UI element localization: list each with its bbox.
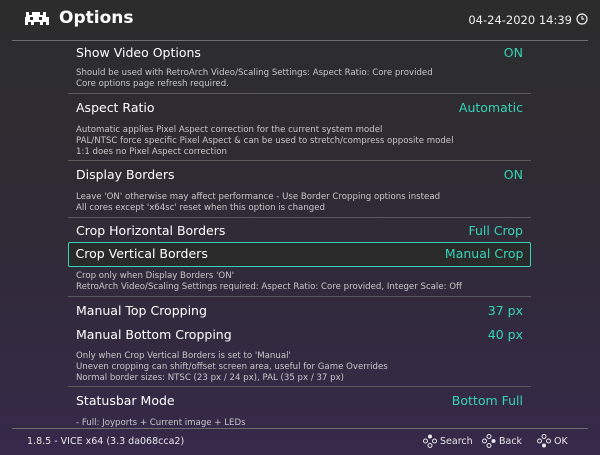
option-value: Manual Crop <box>444 245 524 261</box>
option-description: Automatic applies Pixel Aspect correctio… <box>76 125 454 157</box>
row-divider <box>68 160 531 161</box>
option-description: - Full: Joyports + Current image + LEDs <box>76 418 246 428</box>
header: Options 04-24-2020 14:39 <box>0 0 600 40</box>
option-value: 37 px <box>487 303 523 318</box>
option-crop-horizontal-borders[interactable]: Crop Horizontal Borders Full Crop <box>68 219 531 244</box>
option-display-borders[interactable]: Display Borders ON <box>68 163 531 188</box>
option-value: Automatic <box>458 100 523 115</box>
option-label: Show Video Options <box>76 45 201 60</box>
row-divider <box>68 217 531 218</box>
option-value: ON <box>503 45 523 60</box>
retroarch-logo-icon <box>25 12 49 25</box>
row-divider <box>68 296 531 297</box>
option-manual-top-cropping[interactable]: Manual Top Cropping 37 px <box>68 299 531 324</box>
option-description: Should be used with RetroArch Video/Scal… <box>76 68 433 89</box>
option-value: Bottom Full <box>451 393 523 408</box>
clock-icon <box>576 13 588 25</box>
option-description: Only when Crop Vertical Borders is set t… <box>76 351 388 383</box>
options-list[interactable]: Show Video Options ON Should be used wit… <box>0 41 600 428</box>
option-aspect-ratio[interactable]: Aspect Ratio Automatic <box>68 96 531 121</box>
version-info: 1.8.5 - VICE x64 (3.3 da068cca2) <box>27 436 185 447</box>
option-manual-bottom-cropping[interactable]: Manual Bottom Cropping 40 px <box>68 323 531 348</box>
option-label: Display Borders <box>76 167 175 182</box>
gamepad-buttons-icon <box>537 434 551 448</box>
option-description: Crop only when Display Borders 'ON' Retr… <box>76 271 462 292</box>
gamepad-buttons-icon <box>423 434 437 448</box>
row-divider <box>68 93 531 94</box>
ok-button-label: OK <box>554 436 568 447</box>
option-label: Crop Horizontal Borders <box>76 223 226 238</box>
footer: 1.8.5 - VICE x64 (3.3 da068cca2) Search … <box>0 429 600 455</box>
option-label: Aspect Ratio <box>76 100 155 115</box>
page-title: Options <box>59 8 134 28</box>
option-label: Statusbar Mode <box>76 393 175 408</box>
option-crop-vertical-borders[interactable]: Crop Vertical Borders Manual Crop <box>68 242 531 267</box>
option-label: Manual Bottom Cropping <box>76 327 232 342</box>
row-divider <box>68 386 531 387</box>
search-button-label: Search <box>440 436 473 447</box>
option-show-video-options[interactable]: Show Video Options ON <box>68 41 531 66</box>
option-statusbar-mode[interactable]: Statusbar Mode Bottom Full <box>68 389 531 414</box>
gamepad-buttons-icon <box>482 434 496 448</box>
datetime: 04-24-2020 14:39 <box>468 13 572 27</box>
option-value: 40 px <box>487 327 523 342</box>
option-value: ON <box>503 167 523 182</box>
option-value: Full Crop <box>468 223 523 238</box>
back-button-label: Back <box>499 436 523 447</box>
option-label: Crop Vertical Borders <box>75 245 208 261</box>
option-label: Manual Top Cropping <box>76 303 207 318</box>
option-description: Leave 'ON' otherwise may affect performa… <box>76 192 441 213</box>
